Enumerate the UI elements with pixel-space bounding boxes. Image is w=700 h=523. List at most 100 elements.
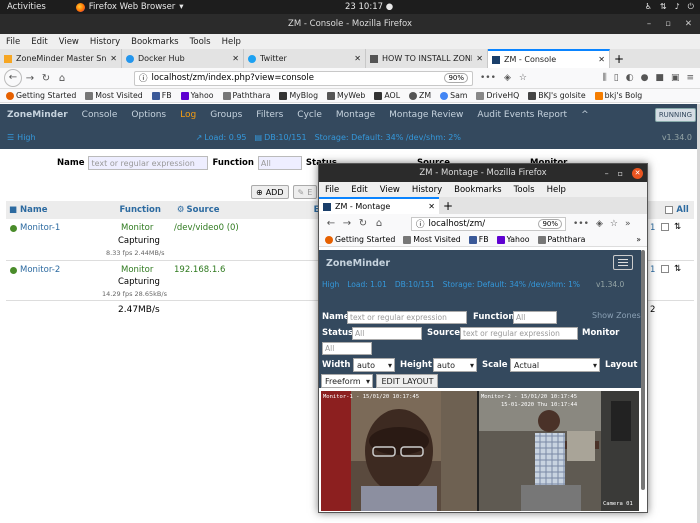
extension-icon[interactable]: ▣ <box>671 73 680 83</box>
header-function[interactable]: Function <box>120 205 161 215</box>
zoom-indicator[interactable]: 90% <box>538 218 562 229</box>
menu-icon[interactable]: ≡ <box>686 73 694 83</box>
library-icon[interactable]: ⫼ <box>603 73 607 83</box>
function-input[interactable]: All <box>513 311 557 324</box>
monitor-name-link[interactable]: Monitor-1 <box>20 223 60 233</box>
home-button[interactable]: ⌂ <box>54 73 70 84</box>
extension-icon[interactable]: ◐ <box>626 73 634 83</box>
tab-close-icon[interactable]: ✕ <box>598 55 605 64</box>
header-name[interactable]: Name <box>20 205 47 215</box>
monitor-input[interactable]: All <box>322 342 372 355</box>
info-icon[interactable]: ⓘ <box>416 218 425 230</box>
monitor-2-feed[interactable] <box>479 391 639 511</box>
tab-twitter[interactable]: Twitter ✕ <box>244 49 366 68</box>
bookmark-most-visited[interactable]: Most Visited <box>85 91 143 100</box>
menu-help[interactable]: Help <box>547 185 566 195</box>
nav-options[interactable]: Options <box>131 110 166 120</box>
nav-montage-review[interactable]: Montage Review <box>389 110 463 120</box>
bookmark-sam[interactable]: Sam <box>440 91 467 100</box>
menu-bookmarks[interactable]: Bookmarks <box>131 37 179 47</box>
tab-close-icon[interactable]: ✕ <box>354 54 361 63</box>
clock[interactable]: 23 10:17 ● <box>345 2 393 12</box>
tab-zm-montage[interactable]: ZM - Montage ✕ <box>319 197 439 214</box>
filter-name-input[interactable]: text or regular expression <box>88 156 209 170</box>
extension-icon[interactable]: ■ <box>655 73 664 83</box>
close-icon[interactable]: ✕ <box>685 19 692 29</box>
row-checkbox[interactable] <box>661 223 669 231</box>
info-icon[interactable]: ⓘ <box>139 72 148 84</box>
bookmark-bkj-bolg[interactable]: bkj's Bolg <box>594 91 642 100</box>
bookmark-most-visited[interactable]: Most Visited <box>403 235 461 244</box>
menu-file[interactable]: File <box>325 185 339 195</box>
header-all[interactable]: All <box>676 205 688 215</box>
bookmark-fb[interactable]: FB <box>151 91 172 100</box>
layout-select[interactable]: Freeform ▾ <box>321 374 373 388</box>
tab-close-icon[interactable]: ✕ <box>110 54 117 63</box>
row-checkbox[interactable] <box>661 265 669 273</box>
scale-select[interactable]: Actual ▾ <box>510 358 600 372</box>
add-monitor-button[interactable]: ⊕ ADD <box>251 185 289 199</box>
monitor-function-link[interactable]: Monitor <box>121 223 153 233</box>
extension-icon[interactable]: ● <box>641 73 649 83</box>
tab-close-icon[interactable]: ✕ <box>232 54 239 63</box>
back-button[interactable]: ← <box>4 69 22 87</box>
close-icon[interactable]: ✕ <box>632 167 643 179</box>
restore-icon[interactable]: ▫ <box>618 169 623 178</box>
menu-view[interactable]: View <box>59 37 79 47</box>
monitor-source-link[interactable]: /dev/video0 (0) <box>174 223 239 233</box>
pocket-icon[interactable]: ◈ <box>596 219 603 229</box>
menu-bookmarks[interactable]: Bookmarks <box>454 185 502 195</box>
edit-monitor-button[interactable]: ✎ E <box>292 185 318 199</box>
restore-icon[interactable]: ▫ <box>665 19 671 29</box>
montage-window[interactable]: ZM - Montage - Mozilla Firefox – ▫ ✕ Fil… <box>318 163 648 513</box>
overflow-icon[interactable]: » <box>625 219 631 229</box>
sort-icon[interactable]: ⇅ <box>674 264 681 274</box>
tab-close-icon[interactable]: ✕ <box>428 202 435 211</box>
bookmark-getting-started[interactable]: Getting Started <box>325 235 395 244</box>
minimize-icon[interactable]: – <box>605 169 609 178</box>
tab-close-icon[interactable]: ✕ <box>476 54 483 63</box>
nav-cycle[interactable]: Cycle <box>297 110 322 120</box>
forward-button[interactable]: → <box>339 218 355 229</box>
bookmark-myweb[interactable]: MyWeb <box>327 91 365 100</box>
new-tab-button[interactable]: + <box>439 197 457 214</box>
volume-icon[interactable]: ♪ <box>675 2 680 12</box>
menu-file[interactable]: File <box>6 37 20 47</box>
tab-zm-console[interactable]: ZM - Console ✕ <box>488 49 610 68</box>
overflow-icon[interactable]: » <box>636 235 641 244</box>
event-count[interactable]: 1 <box>650 223 655 233</box>
page-actions-icon[interactable]: ••• <box>573 219 589 229</box>
menu-help[interactable]: Help <box>222 37 241 47</box>
status-input[interactable]: All <box>352 327 422 340</box>
nav-filters[interactable]: Filters <box>256 110 283 120</box>
menu-history[interactable]: History <box>412 185 442 195</box>
name-input[interactable]: text or regular expression <box>347 311 467 324</box>
system-tray[interactable]: ♿ ⇅ ♪ ⏻ <box>645 2 694 12</box>
select-all-checkbox[interactable] <box>665 206 674 214</box>
event-count[interactable]: 1 <box>650 265 655 275</box>
menu-edit[interactable]: Edit <box>351 185 367 195</box>
zm-brand[interactable]: ZoneMinder <box>326 258 390 269</box>
minimize-icon[interactable]: – <box>647 19 651 29</box>
accessibility-icon[interactable]: ♿ <box>645 2 652 12</box>
state-label[interactable]: High <box>17 133 35 142</box>
nav-audit-events-report[interactable]: Audit Events Report <box>477 110 567 120</box>
show-zones-link[interactable]: Show Zones <box>592 311 641 320</box>
bookmark-paththara[interactable]: Paththara <box>537 235 585 244</box>
running-button[interactable]: RUNNING <box>654 108 696 122</box>
nav-groups[interactable]: Groups <box>210 110 242 120</box>
tab-zoneminder-snap[interactable]: ZoneMinder Master Snap ✕ <box>0 49 122 68</box>
bookmark-getting-started[interactable]: Getting Started <box>6 91 76 100</box>
app-menu[interactable]: Firefox Web Browser ▾ <box>75 2 184 12</box>
power-icon[interactable]: ⏻ <box>688 2 694 12</box>
nav-montage[interactable]: Montage <box>336 110 375 120</box>
bookmark-zm[interactable]: ZM <box>409 91 431 100</box>
page-actions-icon[interactable]: ••• <box>480 73 496 83</box>
bookmark-bkj-golsite[interactable]: BKJ's golsite <box>528 91 586 100</box>
bookmark-star-icon[interactable]: ☆ <box>610 219 618 229</box>
bookmark-star-icon[interactable]: ☆ <box>519 73 527 83</box>
width-select[interactable]: auto ▾ <box>353 358 395 372</box>
pocket-icon[interactable]: ◈ <box>504 73 511 83</box>
edit-layout-button[interactable]: EDIT LAYOUT <box>376 374 438 388</box>
menu-tools[interactable]: Tools <box>190 37 211 47</box>
